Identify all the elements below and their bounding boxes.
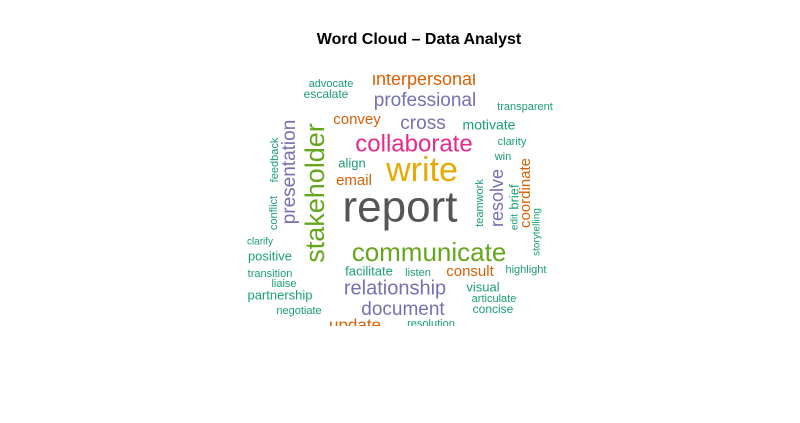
word-transparent: transparent	[497, 101, 553, 113]
word-teamwork: teamwork	[474, 179, 486, 227]
word-email: email	[336, 172, 372, 189]
word-advocate: advocate	[309, 78, 354, 90]
word-edit: edit	[510, 214, 521, 230]
word-brief: brief	[506, 184, 521, 210]
word-positive: positive	[248, 248, 292, 263]
word-articulate: articulate	[472, 293, 517, 305]
word-storytelling: storytelling	[532, 208, 543, 256]
word-feedback: feedback	[269, 137, 281, 182]
word-win: win	[494, 151, 512, 163]
word-align: align	[338, 155, 365, 170]
word-motivate: motivate	[463, 117, 516, 133]
word-clarify: clarify	[247, 237, 273, 248]
word-facilitate: facilitate	[345, 263, 393, 278]
word-collaborate: collaborate	[355, 130, 472, 157]
word-resolve: resolve	[487, 169, 507, 227]
word-liaise: liaise	[271, 278, 296, 290]
word-cross: cross	[400, 113, 445, 134]
word-resolution: resolution	[407, 318, 455, 330]
word-presentation: presentation	[279, 120, 300, 225]
word-listen: listen	[405, 267, 431, 279]
word-clarity: clarity	[498, 136, 527, 148]
word-convey: convey	[333, 111, 381, 128]
word-report: report	[343, 183, 458, 232]
word-highlight: highlight	[506, 264, 547, 276]
word-update: update	[329, 315, 381, 334]
word-negotiate: negotiate	[276, 305, 321, 317]
word-professional: professional	[374, 90, 476, 111]
word-interpersonal: interpersonal	[372, 69, 476, 89]
word-consult: consult	[446, 263, 494, 280]
word-relationship: relationship	[344, 277, 446, 299]
word-stakeholder: stakeholder	[300, 123, 330, 263]
word-cloud: reportwritecommunicatestakeholder collabo…	[247, 69, 553, 334]
word-conflict: conflict	[268, 196, 280, 230]
